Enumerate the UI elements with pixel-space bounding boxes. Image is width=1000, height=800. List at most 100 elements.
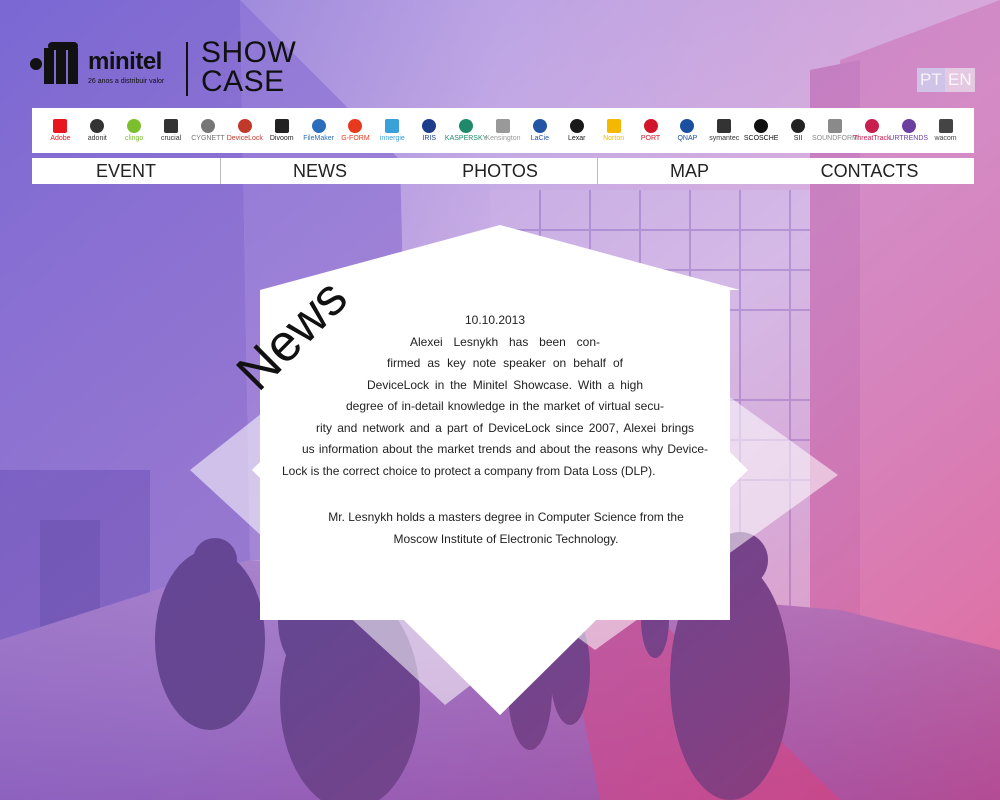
news-line: Alexei Lesnykh has been con- — [410, 334, 600, 349]
sponsor-name: Norton — [603, 134, 625, 142]
news-line: degree of in-detail knowledge in the mar… — [346, 399, 664, 413]
sponsor-mark-icon — [495, 118, 510, 133]
sponsor-name: Divoom — [269, 134, 294, 142]
language-pt-link[interactable]: PT — [917, 68, 945, 92]
news-line: Moscow Institute of Electronic Technolog… — [393, 531, 619, 546]
news-line: us information about the market trends a… — [302, 442, 708, 456]
sponsor-mark-icon — [901, 118, 916, 133]
sponsor-logo[interactable]: DeviceLock — [226, 108, 263, 153]
sponsor-name: adonit — [87, 134, 107, 142]
brand-tagline: 26 anos a distribuir valor — [88, 78, 165, 85]
sponsor-logo[interactable]: FileMaker — [300, 108, 337, 153]
nav-photos[interactable]: PHOTOS — [400, 158, 600, 184]
sponsor-logo[interactable]: symantec — [706, 108, 743, 153]
sponsor-logo[interactable]: PORT — [632, 108, 669, 153]
sponsor-name: clingo — [125, 134, 144, 142]
sponsor-logo[interactable]: LaCie — [521, 108, 558, 153]
sponsor-name: SOUNDFORM — [811, 134, 858, 142]
sponsor-logo[interactable]: ThreatTrack — [853, 108, 891, 153]
sponsor-mark-icon — [53, 118, 68, 133]
sponsor-mark-icon — [422, 118, 437, 133]
main-nav: EVENT NEWS PHOTOS MAP CONTACTS — [32, 158, 974, 184]
sponsor-logo[interactable]: clingo — [116, 108, 153, 153]
sponsor-mark-icon — [643, 118, 658, 133]
sponsor-name: innergie — [379, 134, 405, 142]
sponsor-logo[interactable]: KASPERSKY — [444, 108, 488, 153]
sponsor-logo[interactable]: Lexar — [558, 108, 595, 153]
sponsor-mark-icon — [385, 118, 400, 133]
sponsor-mark-icon — [532, 118, 547, 133]
sponsor-logo[interactable]: crucial — [153, 108, 190, 153]
sponsor-mark-icon — [237, 118, 252, 133]
news-line: DeviceLock in the Minitel Showcase. With… — [367, 377, 643, 392]
sponsor-mark-icon — [791, 118, 806, 133]
sponsor-name: wacom — [934, 134, 957, 142]
sponsor-logo-strip: Adobe adonit clingo crucial CYGNETT DeviceLoc… — [32, 108, 974, 153]
sponsor-name: Lexar — [567, 134, 586, 142]
sponsor-name: ThreatTrack — [853, 134, 891, 142]
news-line: Mr. Lesnykh holds a masters degree in Co… — [328, 510, 684, 524]
sponsor-name: QNAP — [677, 134, 698, 142]
sponsor-logo[interactable]: Kensington — [485, 108, 522, 153]
sponsor-mark-icon — [606, 118, 621, 133]
showcase-line1: SHOW — [201, 36, 297, 69]
sponsor-mark-icon — [459, 118, 474, 133]
sponsor-mark-icon — [311, 118, 326, 133]
sponsor-logo[interactable]: CYGNETT — [190, 108, 227, 153]
sponsor-logo[interactable]: URTRENDS — [889, 108, 929, 153]
sponsor-mark-icon — [200, 118, 215, 133]
sponsor-name: crucial — [160, 134, 182, 142]
sponsor-logo[interactable]: QNAP — [669, 108, 706, 153]
sponsor-name: Kensington — [485, 134, 521, 142]
sponsor-mark-icon — [348, 118, 363, 133]
logo-divider — [186, 42, 188, 96]
nav-news[interactable]: NEWS — [220, 158, 420, 184]
sponsor-logo[interactable]: Adobe — [42, 108, 79, 153]
brand-name: minitel — [88, 48, 162, 75]
sponsor-logo[interactable]: IRIS — [411, 108, 448, 153]
sponsor-name: KASPERSKY — [444, 134, 488, 142]
sponsor-mark-icon — [127, 118, 142, 133]
sponsor-logo[interactable]: adonit — [79, 108, 116, 153]
sponsor-mark-icon — [938, 118, 953, 133]
sponsor-logo[interactable]: innergie — [374, 108, 411, 153]
sponsor-mark-icon — [274, 118, 289, 133]
sponsor-name: SII — [793, 134, 803, 142]
news-line: rity and network and a part of DeviceLoc… — [316, 420, 694, 435]
language-en-link[interactable]: EN — [945, 68, 975, 92]
sponsor-logo[interactable]: Norton — [595, 108, 632, 153]
sponsor-name: URTRENDS — [889, 134, 929, 142]
sponsor-name: symantec — [709, 134, 740, 142]
sponsor-name: LaCie — [530, 134, 550, 142]
news-date: 10.10.2013 — [464, 313, 526, 327]
news-line: Lock is the correct choice to protect a … — [282, 463, 656, 478]
nav-map[interactable]: MAP — [597, 158, 782, 184]
sponsor-name: DeviceLock — [226, 134, 263, 142]
sponsor-mark-icon — [569, 118, 584, 133]
sponsor-logo[interactable]: G-FORM — [337, 108, 374, 153]
sponsor-name: Adobe — [50, 134, 71, 142]
sponsor-mark-icon — [864, 118, 879, 133]
minitel-logo-icon — [30, 42, 78, 84]
sponsor-mark-icon — [680, 118, 695, 133]
brand-logo[interactable]: minitel 26 anos a distribuir valor SHOW … — [28, 36, 318, 100]
sponsor-logo[interactable]: Divoom — [263, 108, 300, 153]
sponsor-mark-icon — [90, 118, 105, 133]
sponsor-name: PORT — [640, 134, 661, 142]
sponsor-logo[interactable]: SII — [780, 108, 817, 153]
nav-contacts[interactable]: CONTACTS — [777, 158, 962, 184]
sponsor-logo[interactable]: SOUNDFORM — [812, 108, 858, 153]
news-line: firmed as key note speaker on behalf of — [387, 356, 623, 370]
sponsor-logo[interactable]: SCOSCHE — [743, 108, 780, 153]
sponsor-name: SCOSCHE — [743, 134, 779, 142]
sponsor-mark-icon — [717, 118, 732, 133]
sponsor-mark-icon — [754, 118, 769, 133]
sponsor-mark-icon — [164, 118, 179, 133]
showcase-line2: CASE — [201, 65, 285, 98]
sponsor-mark-icon — [827, 118, 842, 133]
sponsor-name: CYGNETT — [191, 134, 225, 142]
sponsor-logo[interactable]: wacom — [927, 108, 964, 153]
nav-event[interactable]: EVENT — [32, 158, 220, 184]
showcase-title: SHOW CASE — [201, 36, 297, 98]
sponsor-name: IRIS — [422, 134, 437, 142]
